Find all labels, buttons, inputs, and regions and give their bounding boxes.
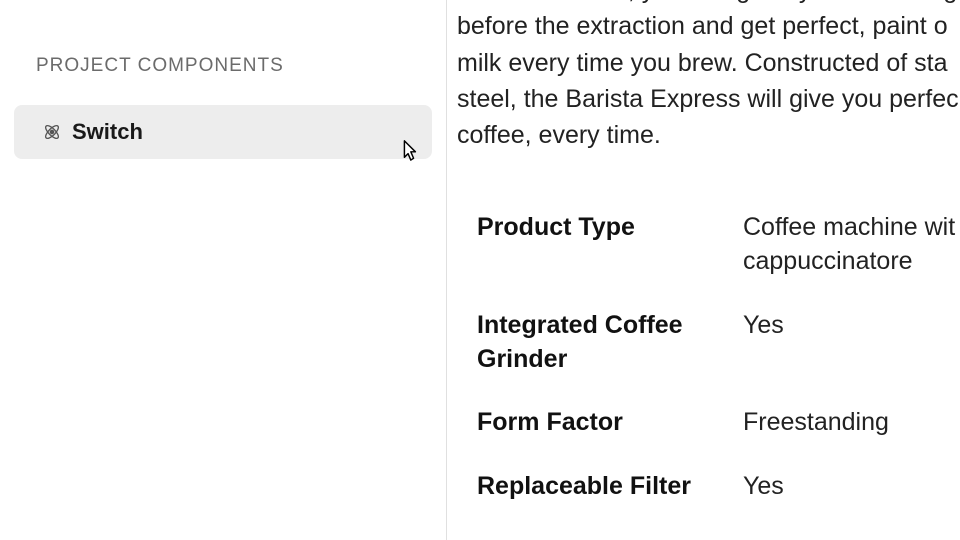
spec-table: Product Type Coffee machine wit cappucci… [457, 211, 960, 540]
description-line: and milk frother, you can grind your bea… [457, 0, 960, 8]
spec-value: Coffee machine wit cappuccinatore [743, 211, 960, 279]
main-content: and milk frother, you can grind your bea… [447, 0, 960, 540]
description-line: milk every time you brew. Constructed of… [457, 45, 960, 81]
spec-row: Coffee Type Ground coffee, cof [477, 534, 960, 540]
spec-row: Replaceable Filter Yes [477, 470, 960, 504]
product-description: and milk frother, you can grind your bea… [457, 0, 960, 153]
sidebar: PROJECT COMPONENTS Switch [0, 0, 447, 540]
description-line: coffee, every time. [457, 117, 960, 153]
sidebar-header: PROJECT COMPONENTS [0, 55, 446, 77]
spec-label: Product Type [477, 211, 743, 245]
spec-label: Coffee Type [477, 534, 743, 540]
sidebar-item-switch[interactable]: Switch [14, 105, 432, 159]
spec-label: Integrated Coffee Grinder [477, 309, 743, 377]
spec-row: Integrated Coffee Grinder Yes [477, 309, 960, 377]
spec-row: Product Type Coffee machine wit cappucci… [477, 211, 960, 279]
spec-value: Ground coffee, cof [743, 534, 948, 540]
spec-label: Replaceable Filter [477, 470, 743, 504]
description-line: steel, the Barista Express will give you… [457, 81, 960, 117]
spec-label: Form Factor [477, 406, 743, 440]
spec-value: Yes [743, 309, 784, 343]
spec-row: Form Factor Freestanding [477, 406, 960, 440]
atom-icon [42, 122, 62, 142]
spec-value: Yes [743, 470, 784, 504]
description-line: before the extraction and get perfect, p… [457, 8, 960, 44]
spec-value: Freestanding [743, 406, 889, 440]
sidebar-item-label: Switch [72, 119, 143, 145]
